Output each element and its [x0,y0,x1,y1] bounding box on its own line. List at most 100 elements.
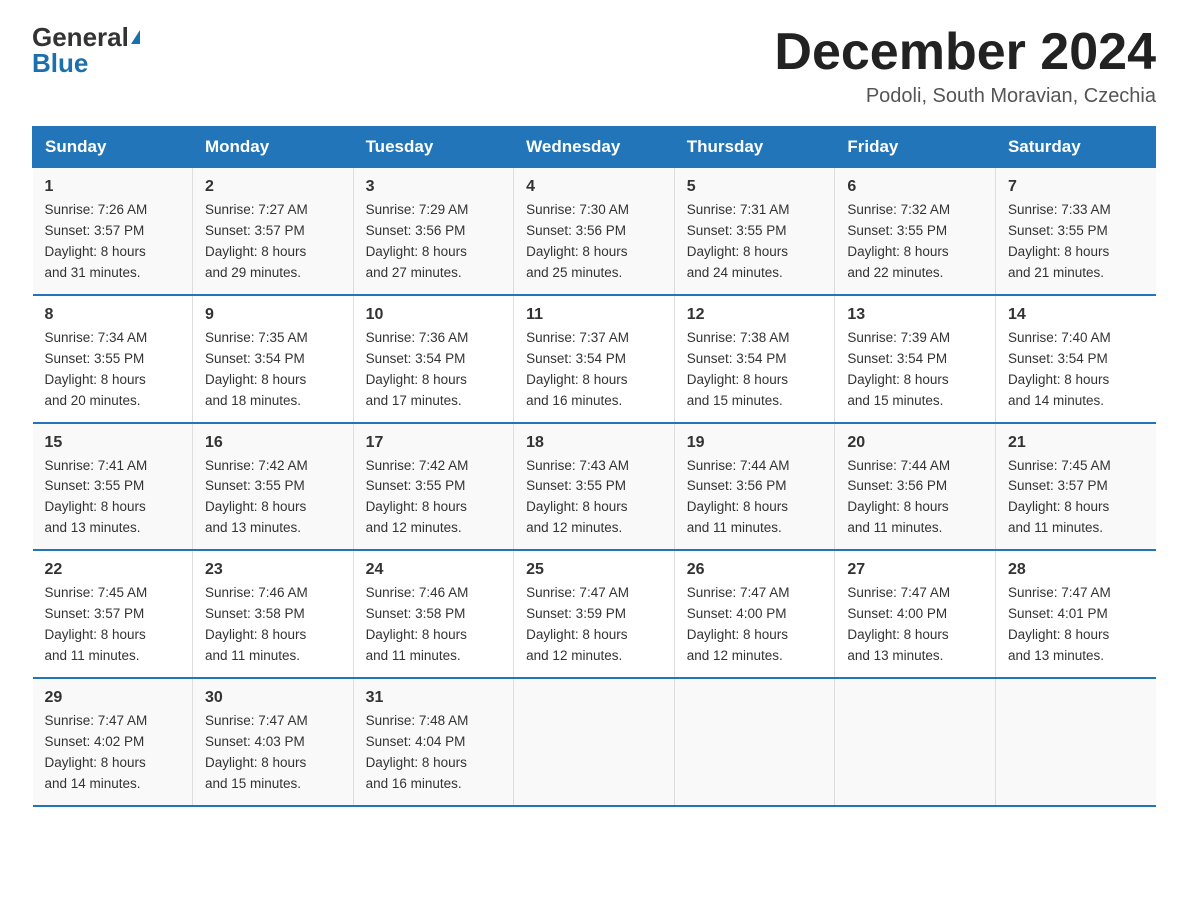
day-info: Sunrise: 7:47 AMSunset: 4:01 PMDaylight:… [1008,583,1144,667]
day-info: Sunrise: 7:47 AMSunset: 4:00 PMDaylight:… [687,583,823,667]
calendar-subtitle: Podoli, South Moravian, Czechia [774,85,1156,108]
calendar-week-row: 22 Sunrise: 7:45 AMSunset: 3:57 PMDayligh… [33,550,1156,678]
day-number: 16 [205,434,341,452]
day-info: Sunrise: 7:37 AMSunset: 3:54 PMDaylight:… [526,328,662,412]
calendar-cell: 4 Sunrise: 7:30 AMSunset: 3:56 PMDaylight… [514,168,675,295]
day-info: Sunrise: 7:27 AMSunset: 3:57 PMDaylight:… [205,200,341,284]
day-number: 10 [366,306,502,324]
calendar-cell: 6Sunrise: 7:32 AMSunset: 3:55 PMDaylight… [835,168,996,295]
day-number: 21 [1008,434,1144,452]
day-number: 24 [366,561,502,579]
day-number: 13 [847,306,983,324]
calendar-cell: 26 Sunrise: 7:47 AMSunset: 4:00 PMDayligh… [674,550,835,678]
day-info: Sunrise: 7:31 AMSunset: 3:55 PMDaylight:… [687,200,823,284]
day-number: 23 [205,561,341,579]
day-info: Sunrise: 7:45 AMSunset: 3:57 PMDaylight:… [45,583,180,667]
calendar-cell [674,678,835,806]
day-info: Sunrise: 7:44 AMSunset: 3:56 PMDaylight:… [847,456,983,540]
logo-general-text: General [32,24,129,50]
day-number: 30 [205,689,341,707]
day-number: 26 [687,561,823,579]
day-info: Sunrise: 7:44 AMSunset: 3:56 PMDaylight:… [687,456,823,540]
calendar-cell: 13 Sunrise: 7:39 AMSunset: 3:54 PMDayligh… [835,295,996,423]
calendar-cell [514,678,675,806]
calendar-cell: 15 Sunrise: 7:41 AMSunset: 3:55 PMDayligh… [33,423,193,551]
day-info: Sunrise: 7:30 AMSunset: 3:56 PMDaylight:… [526,200,662,284]
day-info: Sunrise: 7:42 AMSunset: 3:55 PMDaylight:… [366,456,502,540]
column-header-wednesday: Wednesday [514,127,675,168]
day-info: Sunrise: 7:43 AMSunset: 3:55 PMDaylight:… [526,456,662,540]
column-header-monday: Monday [192,127,353,168]
day-number: 29 [45,689,180,707]
day-info: Sunrise: 7:39 AMSunset: 3:54 PMDaylight:… [847,328,983,412]
day-info: Sunrise: 7:38 AMSunset: 3:54 PMDaylight:… [687,328,823,412]
calendar-cell: 30 Sunrise: 7:47 AMSunset: 4:03 PMDayligh… [192,678,353,806]
day-number: 28 [1008,561,1144,579]
column-header-thursday: Thursday [674,127,835,168]
calendar-cell: 5Sunrise: 7:31 AMSunset: 3:55 PMDaylight… [674,168,835,295]
day-number: 31 [366,689,502,707]
day-info: Sunrise: 7:45 AMSunset: 3:57 PMDaylight:… [1008,456,1144,540]
day-info: Sunrise: 7:40 AMSunset: 3:54 PMDaylight:… [1008,328,1144,412]
day-info: Sunrise: 7:47 AMSunset: 4:02 PMDaylight:… [45,711,180,795]
page-header: General Blue December 2024 Podoli, South… [32,24,1156,108]
logo-blue-text: Blue [32,50,88,76]
calendar-cell: 17 Sunrise: 7:42 AMSunset: 3:55 PMDayligh… [353,423,514,551]
day-number: 14 [1008,306,1144,324]
calendar-week-row: 15 Sunrise: 7:41 AMSunset: 3:55 PMDayligh… [33,423,1156,551]
column-header-sunday: Sunday [33,127,193,168]
day-number: 18 [526,434,662,452]
column-header-saturday: Saturday [995,127,1155,168]
calendar-cell [835,678,996,806]
calendar-table: SundayMondayTuesdayWednesdayThursdayFrid… [32,126,1156,806]
day-info: Sunrise: 7:47 AMSunset: 3:59 PMDaylight:… [526,583,662,667]
calendar-cell: 1Sunrise: 7:26 AMSunset: 3:57 PMDaylight… [33,168,193,295]
calendar-cell: 12 Sunrise: 7:38 AMSunset: 3:54 PMDayligh… [674,295,835,423]
calendar-cell: 21 Sunrise: 7:45 AMSunset: 3:57 PMDayligh… [995,423,1155,551]
calendar-week-row: 1Sunrise: 7:26 AMSunset: 3:57 PMDaylight… [33,168,1156,295]
calendar-cell: 14 Sunrise: 7:40 AMSunset: 3:54 PMDayligh… [995,295,1155,423]
calendar-cell: 16 Sunrise: 7:42 AMSunset: 3:55 PMDayligh… [192,423,353,551]
calendar-cell: 11 Sunrise: 7:37 AMSunset: 3:54 PMDayligh… [514,295,675,423]
day-info: Sunrise: 7:42 AMSunset: 3:55 PMDaylight:… [205,456,341,540]
calendar-cell: 20 Sunrise: 7:44 AMSunset: 3:56 PMDayligh… [835,423,996,551]
day-number: 11 [526,306,662,324]
day-number: 7 [1008,178,1144,196]
calendar-week-row: 29 Sunrise: 7:47 AMSunset: 4:02 PMDayligh… [33,678,1156,806]
day-number: 25 [526,561,662,579]
calendar-cell: 9Sunrise: 7:35 AMSunset: 3:54 PMDaylight… [192,295,353,423]
day-number: 4 [526,178,662,196]
day-number: 19 [687,434,823,452]
day-info: Sunrise: 7:41 AMSunset: 3:55 PMDaylight:… [45,456,180,540]
calendar-cell: 29 Sunrise: 7:47 AMSunset: 4:02 PMDayligh… [33,678,193,806]
calendar-week-row: 8Sunrise: 7:34 AMSunset: 3:55 PMDaylight… [33,295,1156,423]
day-info: Sunrise: 7:46 AMSunset: 3:58 PMDaylight:… [366,583,502,667]
day-number: 3 [366,178,502,196]
logo: General Blue [32,24,140,76]
day-number: 20 [847,434,983,452]
calendar-cell: 19 Sunrise: 7:44 AMSunset: 3:56 PMDayligh… [674,423,835,551]
calendar-cell: 7 Sunrise: 7:33 AMSunset: 3:55 PMDaylight… [995,168,1155,295]
day-number: 17 [366,434,502,452]
day-number: 2 [205,178,341,196]
calendar-cell: 10Sunrise: 7:36 AMSunset: 3:54 PMDayligh… [353,295,514,423]
day-number: 22 [45,561,180,579]
day-info: Sunrise: 7:47 AMSunset: 4:03 PMDaylight:… [205,711,341,795]
day-info: Sunrise: 7:46 AMSunset: 3:58 PMDaylight:… [205,583,341,667]
day-number: 9 [205,306,341,324]
calendar-cell: 3Sunrise: 7:29 AMSunset: 3:56 PMDaylight… [353,168,514,295]
day-number: 27 [847,561,983,579]
calendar-cell: 22 Sunrise: 7:45 AMSunset: 3:57 PMDayligh… [33,550,193,678]
calendar-cell: 8Sunrise: 7:34 AMSunset: 3:55 PMDaylight… [33,295,193,423]
column-header-tuesday: Tuesday [353,127,514,168]
day-info: Sunrise: 7:34 AMSunset: 3:55 PMDaylight:… [45,328,180,412]
day-info: Sunrise: 7:33 AMSunset: 3:55 PMDaylight:… [1008,200,1144,284]
calendar-cell: 31Sunrise: 7:48 AMSunset: 4:04 PMDayligh… [353,678,514,806]
day-number: 12 [687,306,823,324]
day-number: 1 [45,178,180,196]
day-number: 15 [45,434,180,452]
logo-triangle-icon [131,30,140,44]
calendar-cell: 2 Sunrise: 7:27 AMSunset: 3:57 PMDaylight… [192,168,353,295]
calendar-cell: 27Sunrise: 7:47 AMSunset: 4:00 PMDayligh… [835,550,996,678]
calendar-cell [995,678,1155,806]
